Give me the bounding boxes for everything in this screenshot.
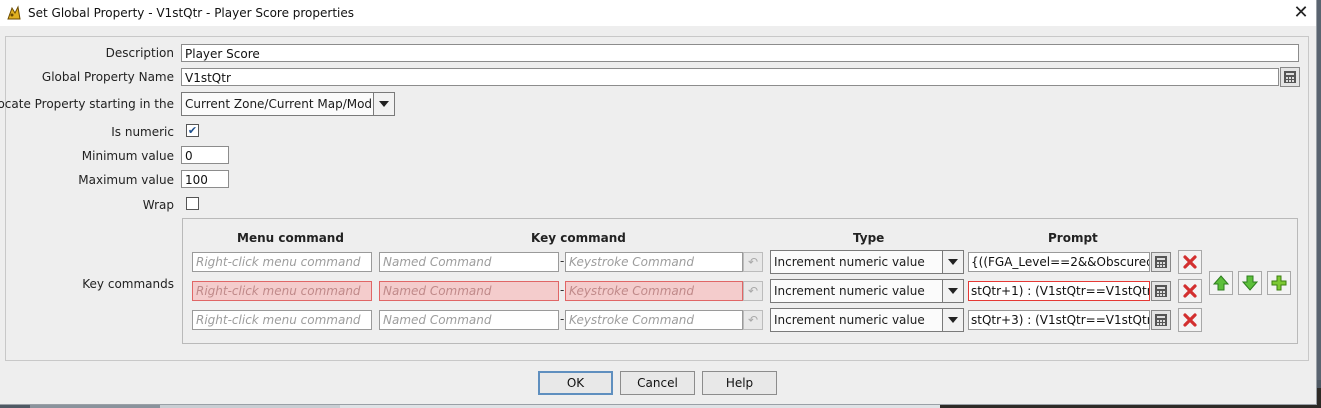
- description-label: Description: [105, 46, 174, 60]
- title-bar: Set Global Property - V1stQtr - Player S…: [0, 0, 1316, 26]
- calculator-icon[interactable]: [1151, 281, 1171, 301]
- named-command-input[interactable]: Named Command: [379, 310, 559, 330]
- chevron-down-icon[interactable]: [942, 251, 963, 273]
- locate-label: Locate Property starting in the: [0, 97, 174, 111]
- is-numeric-checkbox[interactable]: ✔: [186, 124, 199, 137]
- close-icon[interactable]: ✕: [1290, 2, 1312, 24]
- key-commands-label: Key commands: [82, 277, 174, 291]
- minimum-value-field[interactable]: 0: [181, 146, 229, 164]
- chevron-down-icon[interactable]: [942, 280, 963, 302]
- key-separator: -: [560, 254, 565, 268]
- key-command-header: Key command: [531, 231, 626, 245]
- menu-command-input[interactable]: Right-click menu command: [192, 252, 372, 272]
- remove-icon[interactable]: [1178, 308, 1202, 332]
- property-name-label: Global Property Name: [41, 70, 174, 84]
- type-header: Type: [853, 231, 885, 245]
- maximum-value-label: Maximum value: [78, 173, 174, 187]
- type-dropdown[interactable]: Increment numeric value: [770, 250, 964, 274]
- menu-command-input[interactable]: Right-click menu command: [192, 281, 372, 301]
- add-icon[interactable]: [1267, 271, 1291, 295]
- undo-icon[interactable]: ↶: [743, 252, 763, 272]
- type-dropdown[interactable]: Increment numeric value: [770, 308, 964, 332]
- keystroke-command-input[interactable]: Keystroke Command: [565, 310, 743, 330]
- move-down-icon[interactable]: [1238, 271, 1262, 295]
- calculator-icon[interactable]: [1151, 252, 1171, 272]
- property-name-field[interactable]: V1stQtr: [181, 68, 1279, 86]
- app-logo-icon: [6, 5, 22, 21]
- maximum-value-field[interactable]: 100: [181, 170, 229, 188]
- locate-dropdown[interactable]: Current Zone/Current Map/Module: [181, 92, 395, 116]
- prompt-expression-field[interactable]: stQtr+3) : (V1stQtr==V1stQtr+0))}: [968, 310, 1150, 330]
- move-up-icon[interactable]: [1209, 271, 1233, 295]
- locate-dropdown-value: Current Zone/Current Map/Module: [185, 97, 391, 111]
- description-field[interactable]: Player Score: [181, 44, 1299, 62]
- calculator-icon[interactable]: [1280, 67, 1300, 87]
- prompt-header: Prompt: [1048, 231, 1098, 245]
- ok-button[interactable]: OK: [538, 371, 613, 395]
- prompt-expression-field[interactable]: {((FGA_Level==2&&Obscured) ?: [968, 252, 1150, 272]
- chevron-down-icon[interactable]: [373, 93, 394, 115]
- minimum-value-label: Minimum value: [81, 149, 174, 163]
- calculator-icon[interactable]: [1151, 310, 1171, 330]
- remove-icon[interactable]: [1178, 250, 1202, 274]
- wrap-label: Wrap: [142, 198, 174, 212]
- type-dropdown[interactable]: Increment numeric value: [770, 279, 964, 303]
- named-command-input[interactable]: Named Command: [379, 252, 559, 272]
- cancel-button[interactable]: Cancel: [620, 371, 695, 395]
- remove-icon[interactable]: [1178, 279, 1202, 303]
- type-dropdown-value: Increment numeric value: [774, 284, 925, 298]
- keystroke-command-input[interactable]: Keystroke Command: [565, 252, 743, 272]
- wrap-checkbox[interactable]: [186, 197, 199, 210]
- menu-command-input[interactable]: Right-click menu command: [192, 310, 372, 330]
- menu-command-header: Menu command: [237, 231, 344, 245]
- type-dropdown-value: Increment numeric value: [774, 255, 925, 269]
- property-dialog: Set Global Property - V1stQtr - Player S…: [0, 0, 1317, 405]
- help-button[interactable]: Help: [702, 371, 777, 395]
- undo-icon[interactable]: ↶: [743, 281, 763, 301]
- type-dropdown-value: Increment numeric value: [774, 313, 925, 327]
- key-separator: -: [560, 312, 565, 326]
- is-numeric-label: Is numeric: [111, 125, 174, 139]
- keystroke-command-input[interactable]: Keystroke Command: [565, 281, 743, 301]
- undo-icon[interactable]: ↶: [743, 310, 763, 330]
- window-title: Set Global Property - V1stQtr - Player S…: [28, 6, 355, 20]
- named-command-input[interactable]: Named Command: [379, 281, 559, 301]
- chevron-down-icon[interactable]: [942, 309, 963, 331]
- key-separator: -: [560, 283, 565, 297]
- prompt-expression-field[interactable]: stQtr+1) : (V1stQtr==V1stQtr+0))}: [968, 281, 1150, 301]
